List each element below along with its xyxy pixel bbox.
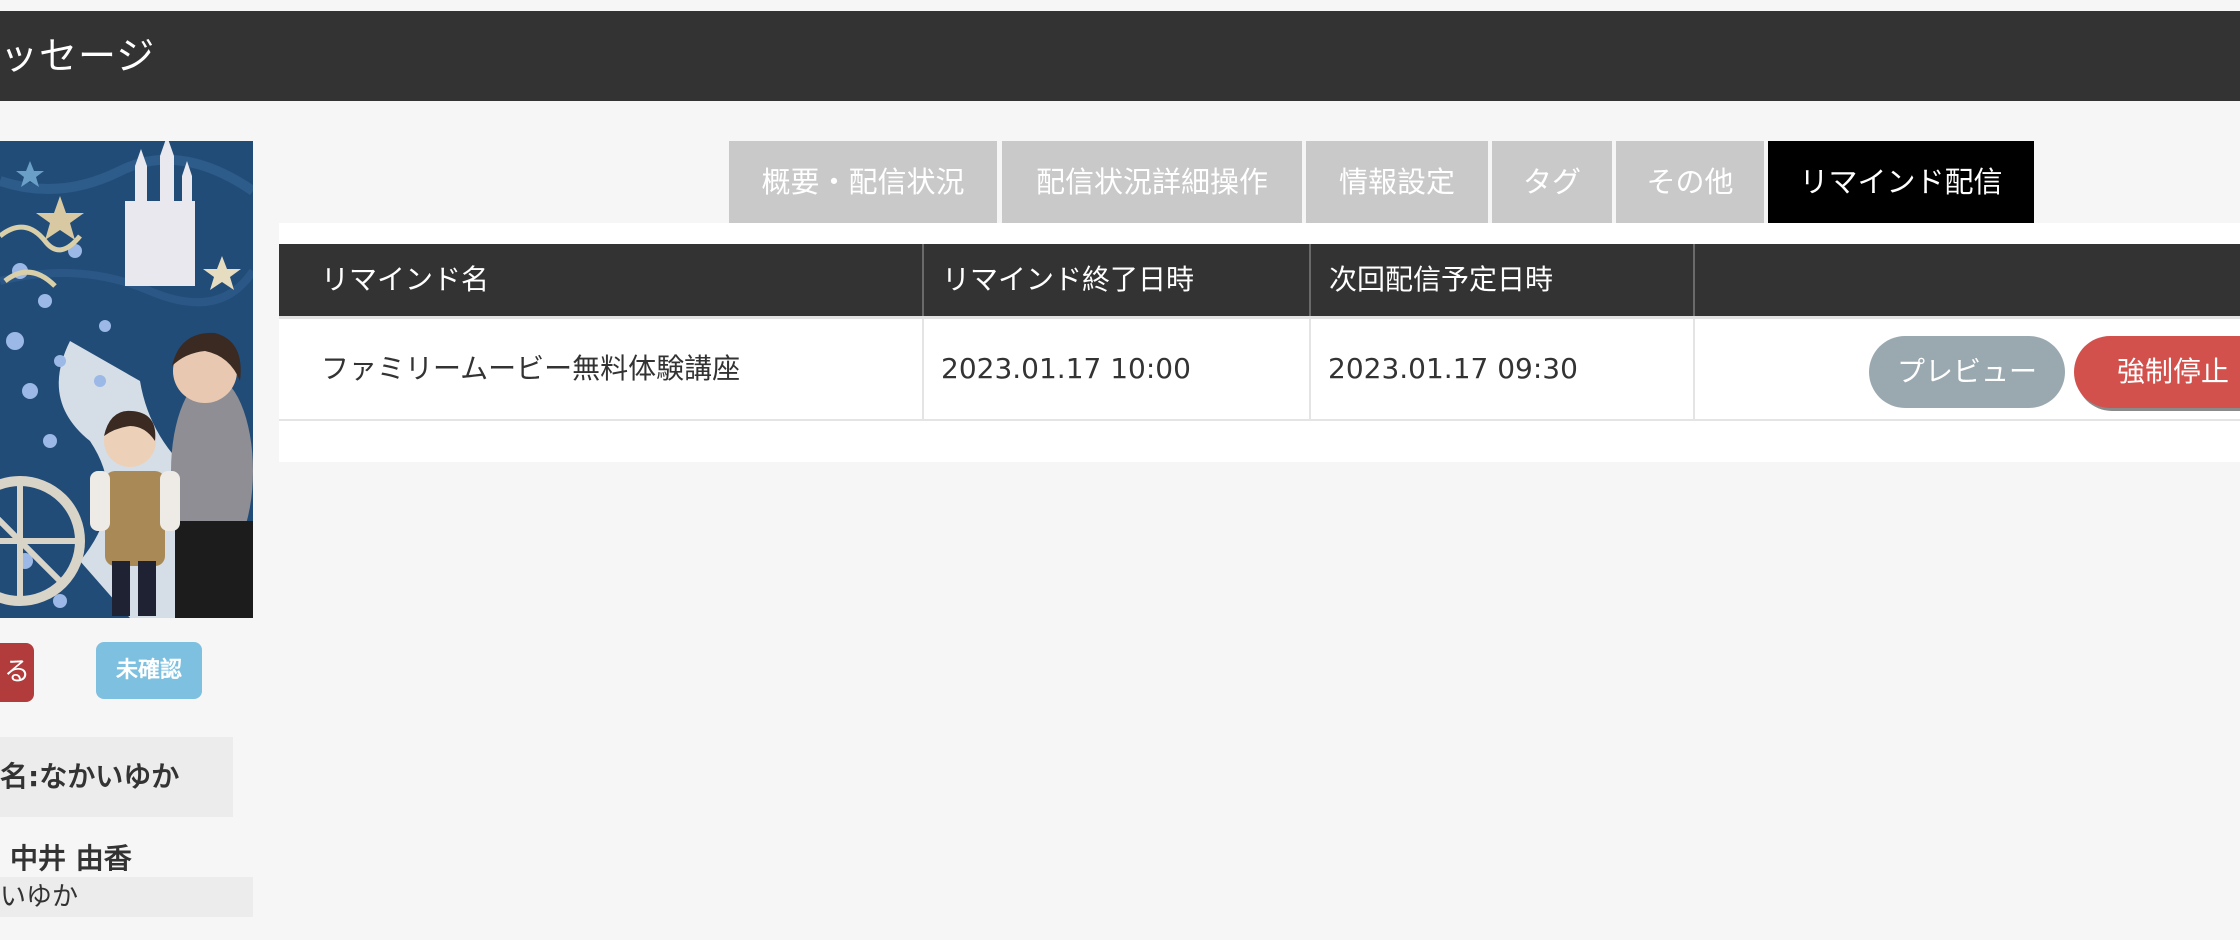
tab-overview[interactable]: 概要・配信状況 bbox=[729, 141, 997, 223]
header-divider bbox=[922, 244, 924, 316]
tab-info-settings[interactable]: 情報設定 bbox=[1306, 141, 1488, 223]
cell-divider bbox=[1693, 319, 1695, 419]
column-header-end-datetime: リマインド終了日時 bbox=[942, 263, 1195, 296]
unconfirmed-badge[interactable]: 未確認 bbox=[96, 642, 202, 699]
tab-delivery-detail[interactable]: 配信状況詳細操作 bbox=[1002, 141, 1302, 223]
column-header-next-datetime: 次回配信予定日時 bbox=[1329, 263, 1554, 296]
real-name: 中井 由香 bbox=[10, 842, 132, 875]
next-datetime-cell: 2023.01.17 09:30 bbox=[1328, 352, 1578, 385]
column-header-remind-name: リマインド名 bbox=[321, 263, 490, 296]
cell-divider bbox=[1309, 319, 1311, 419]
nickname-row: 名:なかいゆか bbox=[0, 737, 233, 817]
profile-photo bbox=[0, 141, 253, 618]
preview-button[interactable]: プレビュー bbox=[1869, 336, 2065, 408]
header-divider bbox=[1693, 244, 1695, 316]
header-divider bbox=[1309, 244, 1311, 316]
page-header: ッセージ bbox=[0, 11, 2240, 101]
top-strip bbox=[0, 0, 2240, 11]
end-datetime-cell: 2023.01.17 10:00 bbox=[941, 352, 1191, 385]
tab-other[interactable]: その他 bbox=[1616, 141, 1764, 223]
remind-name-cell: ファミリームービー無料体験講座 bbox=[321, 352, 741, 385]
kana-row: いゆか bbox=[0, 877, 253, 917]
force-stop-button[interactable]: 強制停止 bbox=[2074, 336, 2240, 408]
action-button-partial[interactable]: る bbox=[0, 643, 34, 702]
nickname-label: 名:なかいゆか bbox=[0, 760, 180, 793]
table-header: リマインド名 リマインド終了日時 次回配信予定日時 bbox=[279, 244, 2240, 316]
tab-tags[interactable]: タグ bbox=[1492, 141, 1612, 223]
tab-remind-delivery[interactable]: リマインド配信 bbox=[1768, 141, 2034, 223]
kana-name: いゆか bbox=[0, 882, 79, 912]
page-title: ッセージ bbox=[0, 34, 156, 78]
cell-divider bbox=[922, 319, 924, 419]
